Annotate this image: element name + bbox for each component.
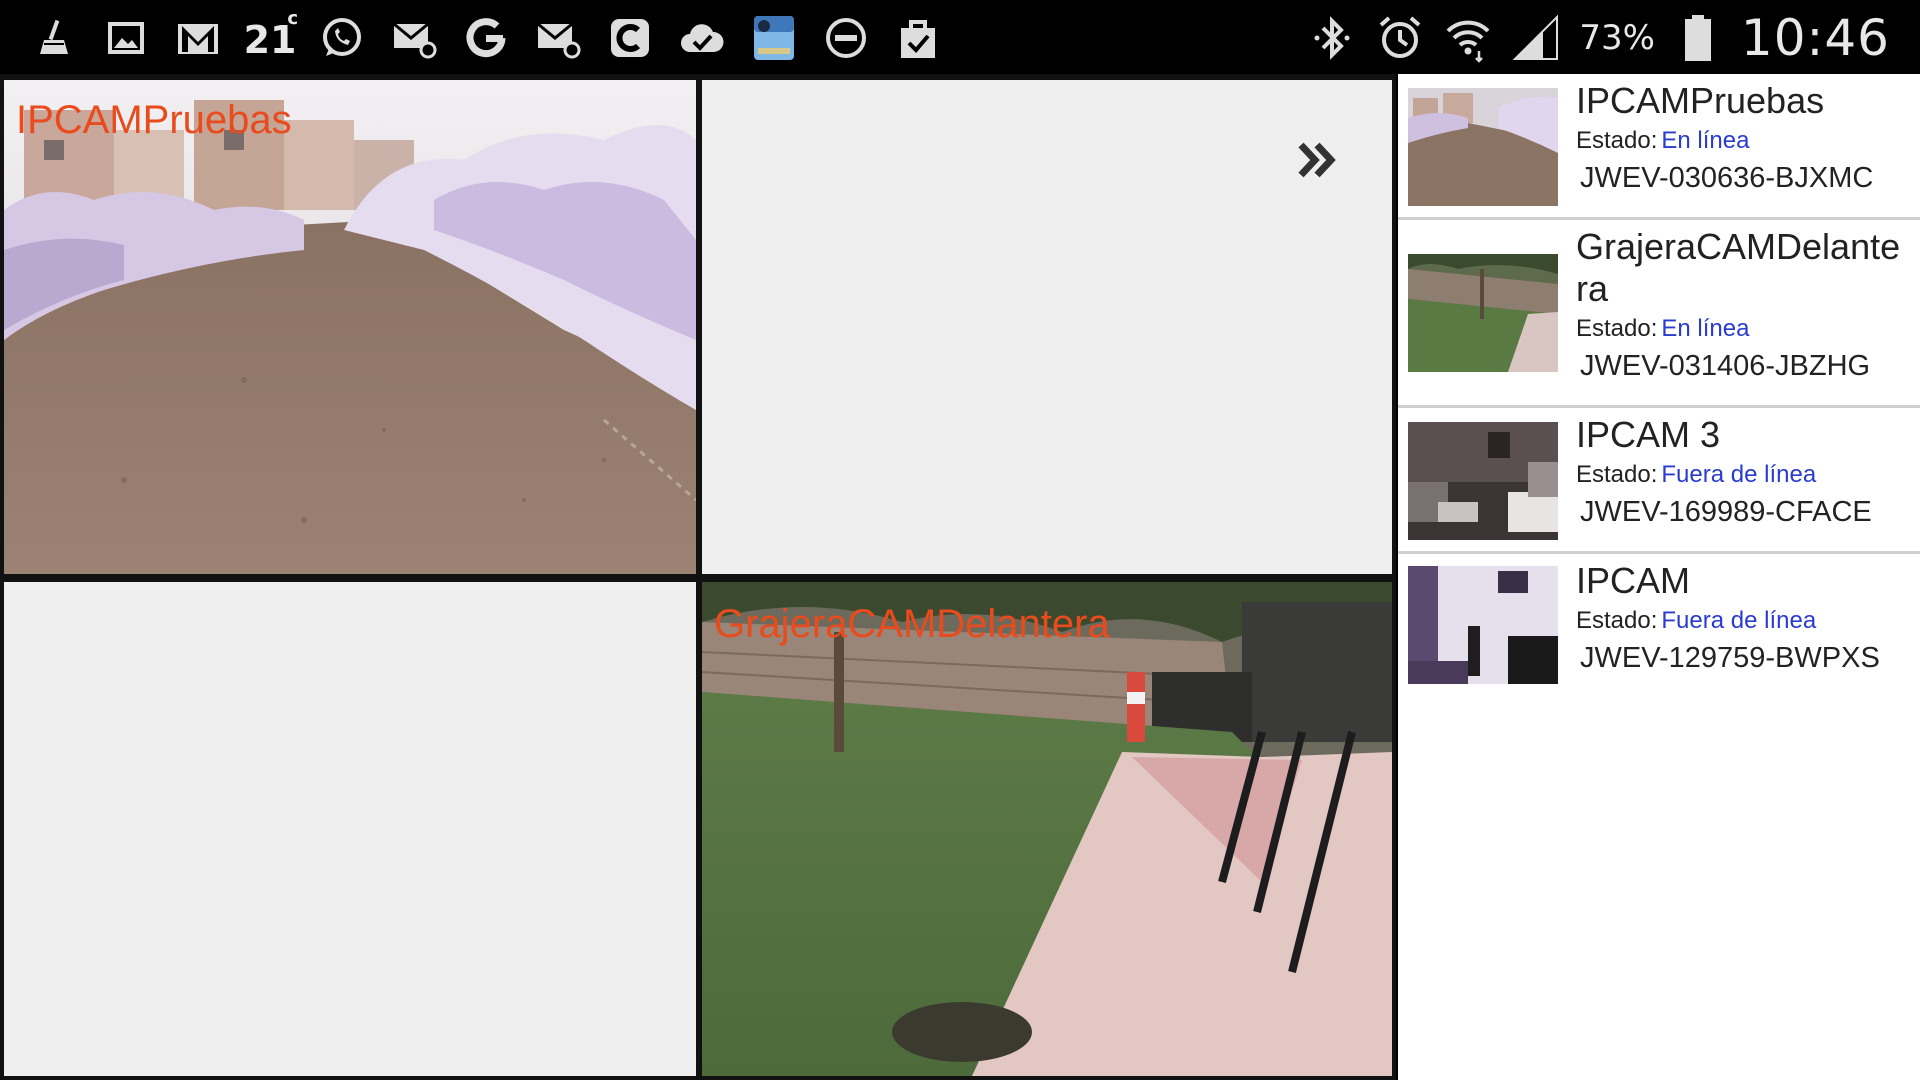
device-info: GrajeraCAMDelantera Estado: En línea JWEV… <box>1576 226 1912 386</box>
camera-grid: IPCAMPruebas GrajeraCAMDelantera <box>0 74 1396 1080</box>
temperature-unit: c <box>287 8 298 29</box>
email-icon <box>390 14 438 62</box>
camera-tile-1[interactable]: IPCAMPruebas <box>4 80 696 574</box>
device-status: Estado: Fuera de línea <box>1576 604 1912 638</box>
whatsapp-icon <box>318 14 366 62</box>
battery-percent: 73% <box>1579 18 1655 58</box>
device-item[interactable]: GrajeraCAMDelantera Estado: En línea JWEV… <box>1398 220 1920 408</box>
device-name: IPCAM 3 <box>1576 414 1721 455</box>
wifi-icon <box>1443 13 1493 63</box>
gmail-icon <box>174 14 222 62</box>
device-thumbnail <box>1408 88 1558 206</box>
google-icon <box>462 14 510 62</box>
weather-icon: 21 c <box>244 10 298 63</box>
device-uid: JWEV-129759-BWPXS <box>1580 642 1880 674</box>
cloud-check-icon <box>678 14 726 62</box>
camera-tile-2-empty[interactable] <box>702 80 1392 574</box>
device-item[interactable]: IPCAM 3 Estado: Fuera de línea JWEV-16998… <box>1398 408 1920 554</box>
do-not-disturb-icon <box>822 14 870 62</box>
device-name: IPCAM <box>1576 560 1691 601</box>
gallery-icon <box>102 14 150 62</box>
device-uid: JWEV-169989-CFACE <box>1580 496 1872 528</box>
status-label: Estado: <box>1576 315 1658 342</box>
device-item[interactable]: IPCAM Estado: Fuera de línea JWEV-129759-… <box>1398 554 1920 690</box>
device-thumbnail <box>1408 254 1558 372</box>
device-info: IPCAM Estado: Fuera de línea JWEV-129759-… <box>1576 560 1912 678</box>
status-value: En línea <box>1661 127 1750 154</box>
device-uid: JWEV-031406-JBZHG <box>1580 350 1871 382</box>
signal-icon <box>1511 13 1561 63</box>
status-value: En línea <box>1661 315 1750 342</box>
cleaner-icon <box>30 14 78 62</box>
camera-feed-image <box>702 582 1392 1076</box>
double-chevron-right-icon <box>1298 142 1336 178</box>
device-status: Estado: En línea <box>1576 124 1912 158</box>
clock: 10:46 <box>1740 9 1890 67</box>
pnp-monitor-icon <box>750 14 798 62</box>
c-app-icon <box>606 14 654 62</box>
device-status: Estado: Fuera de línea <box>1576 458 1912 492</box>
status-bar: 21 c 73% 10:46 <box>0 0 1920 74</box>
status-value: Fuera de línea <box>1661 461 1817 488</box>
shopping-bag-check-icon <box>894 14 942 62</box>
device-uid: JWEV-030636-BJXMC <box>1580 162 1874 194</box>
device-name: IPCAMPruebas <box>1576 80 1825 121</box>
device-status: Estado: En línea <box>1576 312 1912 346</box>
device-item[interactable]: IPCAMPruebas Estado: En línea JWEV-030636… <box>1398 74 1920 220</box>
status-value: Fuera de línea <box>1661 607 1817 634</box>
device-list: IPCAMPruebas Estado: En línea JWEV-030636… <box>1398 74 1920 1080</box>
camera-tile-4[interactable]: GrajeraCAMDelantera <box>702 582 1392 1076</box>
status-label: Estado: <box>1576 127 1658 154</box>
device-thumbnail <box>1408 422 1558 540</box>
camera-feed-image <box>4 80 696 574</box>
notification-icons: 21 c <box>30 8 942 68</box>
alarm-icon <box>1375 13 1425 63</box>
battery-icon <box>1673 13 1723 63</box>
system-status: 73% 10:46 <box>1307 8 1890 68</box>
status-label: Estado: <box>1576 607 1658 634</box>
device-info: IPCAMPruebas Estado: En línea JWEV-030636… <box>1576 80 1912 198</box>
status-label: Estado: <box>1576 461 1658 488</box>
camera-tile-3-empty[interactable] <box>4 582 696 1076</box>
device-name: GrajeraCAMDelantera <box>1576 226 1901 309</box>
camera-label: GrajeraCAMDelantera <box>714 602 1110 646</box>
next-page-button[interactable] <box>1288 130 1348 190</box>
camera-label: IPCAMPruebas <box>16 98 292 142</box>
email-icon <box>534 14 582 62</box>
device-info: IPCAM 3 Estado: Fuera de línea JWEV-16998… <box>1576 414 1912 532</box>
screen: 21 c 73% 10:46 IPCAMPruebas GrajeraCAMDe… <box>0 0 1920 1080</box>
device-thumbnail <box>1408 566 1558 684</box>
bluetooth-icon <box>1307 13 1357 63</box>
